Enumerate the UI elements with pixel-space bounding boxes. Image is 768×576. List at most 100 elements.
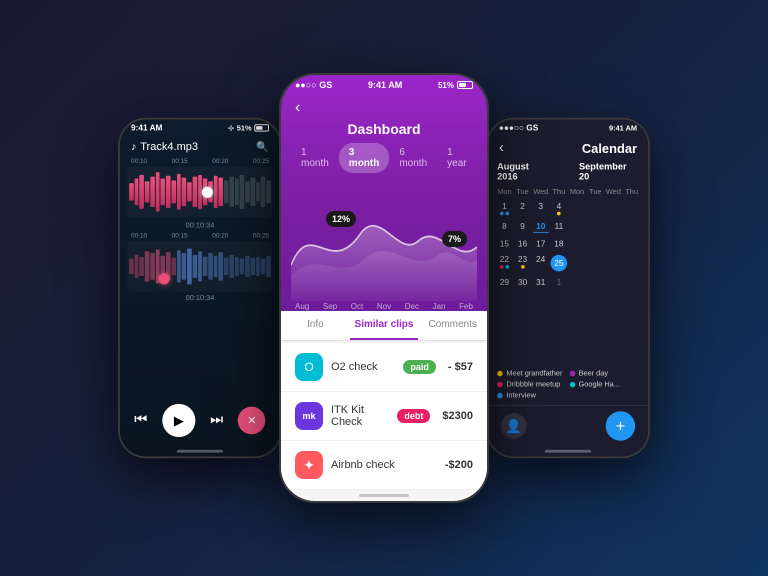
cal-day-25[interactable]: 25 <box>550 253 568 273</box>
trans-amount-o2: - $57 <box>448 361 473 373</box>
info-tabs: Info Similar clips Comments <box>281 311 487 341</box>
play-button[interactable]: ▶ <box>162 404 195 437</box>
cal-day-8[interactable]: 8 <box>495 220 513 235</box>
period-6month[interactable]: 6 month <box>389 143 437 173</box>
cal-day-4[interactable]: 4 <box>550 200 568 217</box>
period-1month[interactable]: 1 month <box>291 143 339 173</box>
center-carrier: ●●○○ GS <box>295 80 332 90</box>
left-battery-pct: 51% <box>237 124 252 132</box>
chart-label-12: 12% <box>326 211 356 227</box>
time-display-top: 00:10:34 <box>127 219 272 231</box>
cal-week-4: 22 23 24 25 <box>495 253 640 273</box>
calendar-header: ‹ Calendar <box>488 134 648 158</box>
cal-day-31[interactable]: 31 <box>532 276 550 289</box>
trans-badge-paid: paid <box>403 360 436 374</box>
legend-google: Google Ha... <box>569 380 638 388</box>
cal-day-24[interactable]: 24 <box>532 253 550 273</box>
left-time: 9:41 AM <box>131 123 162 132</box>
center-phone: ●●○○ GS 9:41 AM 51% ‹ Dashboard 1 month … <box>279 73 489 503</box>
calendar-months-header: August 2016 September 20 <box>488 158 648 186</box>
right-carrier: ●●●○○ GS <box>499 123 538 132</box>
cal-day-23[interactable]: 23 <box>513 253 531 273</box>
trans-name-itk: ITK Kit Check <box>331 404 389 428</box>
cal-day-9[interactable]: 9 <box>513 220 531 235</box>
next-button[interactable]: ⏭ <box>210 412 223 429</box>
tab-comments[interactable]: Comments <box>418 311 487 340</box>
waveform-section: 00:10 00:15 00:20 00:25 <box>120 156 280 396</box>
legend-interview: Interview <box>497 391 566 399</box>
trans-icon-airbnb: ✦ <box>295 451 323 479</box>
cal-day-3[interactable]: 3 <box>532 200 550 217</box>
calendar-grid: Mon Tue Wed Thu Mon Tue Wed Thu 1 <box>488 186 648 364</box>
calendar-add-button[interactable]: + <box>606 411 635 440</box>
time-ruler-top: 00:10 00:15 00:20 00:25 <box>127 156 272 166</box>
transaction-airbnb: ✦ Airbnb check -$200 <box>281 441 487 490</box>
calendar-title: Calendar <box>504 141 637 156</box>
cal-day-16[interactable]: 16 <box>513 237 531 250</box>
cal-day-17[interactable]: 17 <box>532 237 550 250</box>
chart-label-7: 7% <box>442 231 467 247</box>
center-time: 9:41 AM <box>368 80 402 90</box>
center-battery-pct: 51% <box>438 81 454 90</box>
right-phone: ●●●○○ GS 9:41 AM ‹ Calendar August 2016 … <box>486 118 650 458</box>
waveform-top[interactable] <box>127 167 272 218</box>
prev-button[interactable]: ⏮ <box>134 412 147 429</box>
cal-day-18[interactable]: 18 <box>550 237 568 250</box>
search-icon[interactable]: 🔍 <box>256 140 269 152</box>
time-ruler-bottom: 00:10 00:15 00:20 00:25 <box>127 231 272 241</box>
cal-day-29[interactable]: 29 <box>495 276 513 289</box>
transaction-itk: mk ITK Kit Check debt $2300 <box>281 392 487 441</box>
home-indicator-right <box>545 450 591 453</box>
close-button[interactable]: ✕ <box>238 407 266 435</box>
cal-week-3: 15 16 17 18 <box>495 237 640 250</box>
calendar-legend: Meet grandfather Beer day Dribbble meetu… <box>488 363 648 404</box>
playhead-top[interactable] <box>202 186 213 197</box>
dashboard-back-button[interactable]: ‹ <box>295 99 300 117</box>
period-3month[interactable]: 3 month <box>339 143 390 173</box>
time-display-bottom: 00:10:34 <box>127 292 272 304</box>
music-icon: ♪ <box>131 140 137 153</box>
cal-day-11[interactable]: 11 <box>550 220 568 235</box>
transaction-o2: O O2 check paid - $57 <box>281 343 487 392</box>
cal-week-2: 8 9 10 11 <box>495 220 640 235</box>
trans-amount-itk: $2300 <box>442 410 473 422</box>
right-time: 9:41 AM <box>609 124 637 132</box>
home-indicator-left <box>177 450 223 453</box>
trans-name-airbnb: Airbnb check <box>331 459 433 471</box>
dashboard-title: Dashboard <box>281 119 487 143</box>
transaction-list: O O2 check paid - $57 mk ITK Kit Check d… <box>281 343 487 490</box>
audio-header: ♪ Track4.mp3 🔍 <box>120 134 280 156</box>
cal-day-30[interactable]: 30 <box>513 276 531 289</box>
cal-week-1: 1 2 3 4 <box>495 200 640 217</box>
cal-day-22[interactable]: 22 <box>495 253 513 273</box>
calendar-person-button[interactable]: 👤 <box>501 413 527 439</box>
left-bluetooth: ⊹ <box>228 124 234 132</box>
dashboard-header: ‹ <box>281 93 487 119</box>
trans-icon-o2: O <box>295 353 323 381</box>
cal-day-sep1[interactable]: 1 <box>550 276 568 289</box>
playback-controls: ⏮ ▶ ⏭ ✕ <box>120 397 280 447</box>
home-indicator-center <box>359 494 409 497</box>
legend-beer-day: Beer day <box>569 369 638 377</box>
month-september: September 20 <box>579 162 639 182</box>
waveform-bottom[interactable] <box>127 241 272 292</box>
cal-day-15[interactable]: 15 <box>495 237 513 250</box>
month-august: August 2016 <box>497 162 551 182</box>
legend-meet-grandfather: Meet grandfather <box>497 369 566 377</box>
chart-area: 12% 7% <box>281 181 487 312</box>
cal-week-5: 29 30 31 1 <box>495 276 640 289</box>
calendar-days-header: Mon Tue Wed Thu Mon Tue Wed Thu <box>495 186 640 198</box>
tab-similar-clips[interactable]: Similar clips <box>350 311 419 340</box>
left-battery-icon <box>254 124 269 131</box>
dashboard-bottom: Info Similar clips Comments O O2 check p… <box>281 311 487 490</box>
legend-dribbble-meetup: Dribbble meetup <box>497 380 566 388</box>
playhead-bottom[interactable] <box>158 273 169 284</box>
period-1year[interactable]: 1 year <box>437 143 477 173</box>
cal-day-10[interactable]: 10 <box>532 220 550 235</box>
cal-day-2[interactable]: 2 <box>513 200 531 217</box>
cal-day-1[interactable]: 1 <box>495 200 513 217</box>
trans-name-o2: O2 check <box>331 361 395 373</box>
center-battery-icon <box>457 81 473 89</box>
tab-info[interactable]: Info <box>281 311 350 340</box>
track-title: ♪ Track4.mp3 <box>131 140 198 153</box>
